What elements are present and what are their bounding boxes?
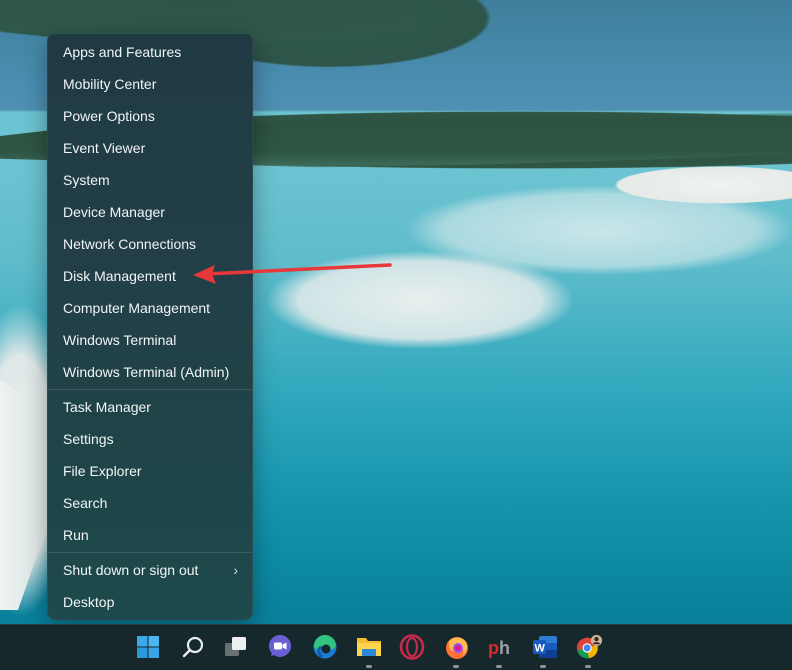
edge-button[interactable] <box>311 633 339 661</box>
taskbar-search-button[interactable] <box>179 633 207 661</box>
firefox-running-indicator <box>453 665 459 668</box>
menu-item-power-options[interactable]: Power Options <box>48 100 252 132</box>
task-view-button[interactable] <box>222 633 250 661</box>
chevron-right-icon: › <box>233 562 238 578</box>
menu-separator <box>48 389 252 390</box>
start-button[interactable] <box>134 633 162 661</box>
menu-item-label: Disk Management <box>63 268 176 284</box>
word-button[interactable]: W <box>531 633 559 661</box>
menu-item-label: Windows Terminal <box>63 332 177 348</box>
menu-item-windows-terminal-admin[interactable]: Windows Terminal (Admin) <box>48 356 252 388</box>
menu-item-label: Power Options <box>63 108 155 124</box>
menu-item-label: Apps and Features <box>63 44 182 60</box>
word-running-indicator <box>540 665 546 668</box>
word-icon: W <box>533 636 557 658</box>
menu-item-desktop[interactable]: Desktop <box>48 586 252 618</box>
menu-item-label: Event Viewer <box>63 140 146 156</box>
firefox-button[interactable] <box>443 633 471 661</box>
menu-item-computer-management[interactable]: Computer Management <box>48 292 252 324</box>
opera-button[interactable] <box>398 633 426 661</box>
menu-item-label: Device Manager <box>63 204 165 220</box>
menu-item-system[interactable]: System <box>48 164 252 196</box>
menu-separator <box>48 552 252 553</box>
menu-item-label: Settings <box>63 431 114 447</box>
search-icon <box>182 636 204 658</box>
menu-item-file-explorer[interactable]: File Explorer <box>48 455 252 487</box>
menu-item-apps-and-features[interactable]: Apps and Features <box>48 36 252 68</box>
ph-app-icon: p h <box>488 638 510 658</box>
menu-item-label: File Explorer <box>63 463 142 479</box>
task-view-icon <box>225 637 246 656</box>
menu-item-label: Run <box>63 527 89 543</box>
menu-item-label: Computer Management <box>63 300 211 316</box>
menu-item-task-manager[interactable]: Task Manager <box>48 391 252 423</box>
svg-text:p: p <box>488 638 499 658</box>
teams-chat-button[interactable] <box>266 633 294 661</box>
menu-item-label: Windows Terminal (Admin) <box>63 364 230 380</box>
edge-icon <box>313 634 337 659</box>
menu-item-disk-management[interactable]: Disk Management <box>48 260 252 292</box>
winx-context-menu: Apps and Features Mobility Center Power … <box>47 33 253 620</box>
svg-text:h: h <box>499 638 510 658</box>
menu-item-label: Search <box>63 495 108 511</box>
menu-item-label: Task Manager <box>63 399 151 415</box>
ph-app-button[interactable]: p h <box>486 633 514 661</box>
menu-item-shut-down-or-sign-out[interactable]: Shut down or sign out › <box>48 554 252 586</box>
menu-item-label: Network Connections <box>63 236 197 252</box>
menu-item-label: Desktop <box>63 594 115 610</box>
chrome-icon <box>576 634 603 659</box>
file-explorer-running-indicator <box>366 665 372 668</box>
menu-item-network-connections[interactable]: Network Connections <box>48 228 252 260</box>
teams-chat-icon <box>269 635 291 657</box>
chrome-button[interactable] <box>575 633 603 661</box>
menu-item-windows-terminal[interactable]: Windows Terminal <box>48 324 252 356</box>
ph-app-running-indicator <box>496 665 502 668</box>
menu-item-mobility-center[interactable]: Mobility Center <box>48 68 252 100</box>
file-explorer-button[interactable] <box>355 633 383 661</box>
taskbar: p h W <box>0 624 792 670</box>
firefox-icon <box>446 637 468 659</box>
chrome-running-indicator <box>585 665 591 668</box>
menu-item-label: System <box>63 172 110 188</box>
menu-item-settings[interactable]: Settings <box>48 423 252 455</box>
menu-item-event-viewer[interactable]: Event Viewer <box>48 132 252 164</box>
menu-item-run[interactable]: Run <box>48 519 252 551</box>
menu-item-device-manager[interactable]: Device Manager <box>48 196 252 228</box>
menu-item-label: Mobility Center <box>63 76 157 92</box>
folder-icon <box>357 638 381 656</box>
menu-item-search[interactable]: Search <box>48 487 252 519</box>
windows-logo-icon <box>137 636 159 658</box>
menu-item-label: Shut down or sign out <box>63 562 199 578</box>
svg-text:W: W <box>535 643 546 655</box>
opera-icon <box>399 634 425 660</box>
